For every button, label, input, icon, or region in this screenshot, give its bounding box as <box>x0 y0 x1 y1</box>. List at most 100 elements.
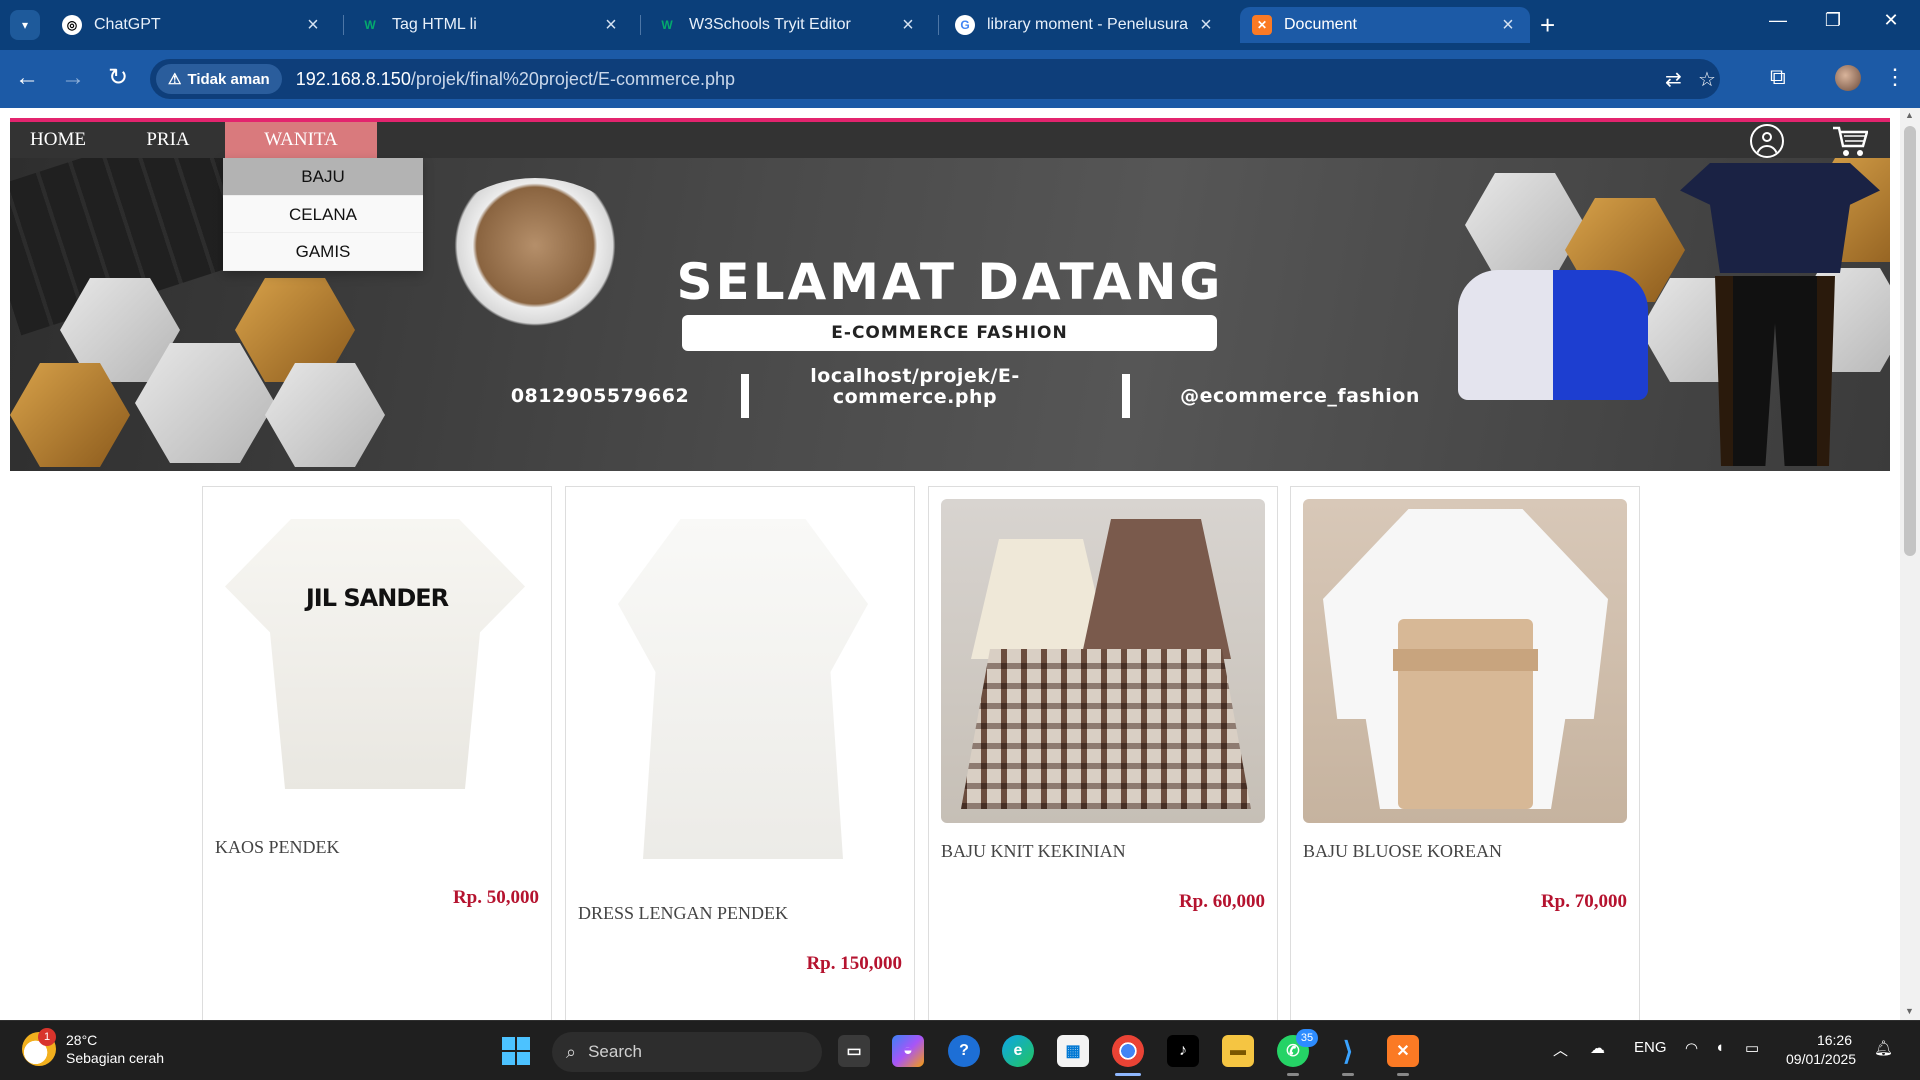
tab-title: library moment - Penelusuran G <box>987 16 1188 33</box>
banner-site-line1: localhost/projek/E- <box>810 365 1020 387</box>
chatgpt-icon: ◎ <box>62 15 82 35</box>
banner-instagram: @ecommerce_fashion <box>1180 385 1420 407</box>
browser-tab-strip: ▾ ◎ ChatGPT × W Tag HTML li × W W3School… <box>0 0 1920 50</box>
browser-toolbar: ← → ↻ ⚠ Tidak aman 192.168.8.150/projek/… <box>0 50 1920 108</box>
security-label: Tidak aman <box>187 70 270 88</box>
show-hidden-icons[interactable]: ︿ <box>1553 1039 1568 1060</box>
tab-tag-html-li[interactable]: W Tag HTML li × <box>348 7 633 43</box>
store-icon[interactable]: ▦ <box>1057 1035 1089 1067</box>
url-text[interactable]: 192.168.8.150/projek/final%20project/E-c… <box>296 69 735 90</box>
product-price: Rp. 150,000 <box>806 953 902 974</box>
copilot-icon[interactable]: ◒ <box>892 1035 924 1067</box>
taskbar-search[interactable]: ⌕ Search <box>552 1032 822 1072</box>
extensions-icon[interactable]: ⧉ <box>1770 64 1786 90</box>
bookmark-star-icon[interactable]: ☆ <box>1698 67 1716 92</box>
minimize-icon[interactable]: — <box>1755 10 1801 31</box>
product-card[interactable]: BAJU BLUOSE KOREAN Rp. 70,000 <box>1290 486 1640 1020</box>
restore-icon[interactable]: ❐ <box>1810 10 1856 31</box>
product-card[interactable]: DRESS LENGAN PENDEK Rp. 150,000 <box>565 486 915 1020</box>
tab-document[interactable]: ✕ Document × <box>1240 7 1530 43</box>
help-icon[interactable]: ? <box>948 1035 980 1067</box>
user-account-icon[interactable] <box>1750 124 1784 158</box>
nav-home[interactable]: HOME <box>10 122 106 158</box>
product-image[interactable] <box>1303 499 1627 823</box>
scroll-down-icon[interactable]: ▼ <box>1905 1006 1914 1016</box>
url-path: /projek/final%20project/E-commerce.php <box>410 68 735 89</box>
onedrive-icon[interactable]: ☁ <box>1590 1039 1605 1057</box>
product-card[interactable]: BAJU KNIT KEKINIAN Rp. 60,000 <box>928 486 1278 1020</box>
url-host: 192.168.8.150 <box>295 68 411 89</box>
notification-bell-icon[interactable]: 🔔︎ <box>1874 1039 1893 1057</box>
task-view-icon[interactable]: ▭ <box>838 1035 870 1067</box>
close-icon[interactable]: × <box>1498 14 1518 37</box>
product-name: BAJU KNIT KEKINIAN <box>941 841 1126 861</box>
warning-icon: ⚠ <box>168 71 182 88</box>
weather-desc: Sebagian cerah <box>66 1050 165 1066</box>
xampp-icon: ✕ <box>1252 15 1272 35</box>
close-icon[interactable]: × <box>303 14 323 37</box>
new-tab-icon[interactable]: + <box>1540 12 1555 38</box>
file-explorer-icon[interactable]: ▬ <box>1222 1035 1254 1067</box>
banner-phone: 0812905579662 <box>510 385 690 407</box>
windows-start-icon[interactable] <box>500 1035 532 1067</box>
address-bar[interactable]: ⚠ Tidak aman 192.168.8.150/projek/final%… <box>150 59 1720 99</box>
tab-w3schools-tryit[interactable]: W W3Schools Tryit Editor × <box>645 7 930 43</box>
translate-icon[interactable]: ⇄ <box>1665 67 1682 92</box>
close-icon[interactable]: × <box>898 14 918 37</box>
tiktok-icon[interactable]: ♪ <box>1167 1035 1199 1067</box>
clock-time: 16:26 <box>1816 1032 1852 1048</box>
security-chip[interactable]: ⚠ Tidak aman <box>156 64 282 94</box>
dropdown-item-gamis[interactable]: GAMIS <box>223 233 423 271</box>
tab-google-search[interactable]: G library moment - Penelusuran G × <box>943 7 1228 43</box>
nav-pria[interactable]: PRIA <box>120 122 216 158</box>
weather-temp: 28°C <box>66 1032 98 1048</box>
site-navbar: HOME PRIA WANITA <box>10 118 1890 158</box>
close-window-icon[interactable]: ✕ <box>1868 10 1914 31</box>
battery-icon[interactable]: ▭ <box>1745 1039 1759 1057</box>
product-card[interactable]: JIL SANDER KAOS PENDEK Rp. 50,000 <box>202 486 552 1020</box>
vscode-icon[interactable]: ⟩ <box>1332 1035 1364 1067</box>
product-name: BAJU BLUOSE KOREAN <box>1303 841 1503 861</box>
scroll-up-icon[interactable]: ▲ <box>1905 110 1914 120</box>
nav-wanita[interactable]: WANITA <box>225 122 377 158</box>
web-page: HOME PRIA WANITA SELAMAT DATANG E-COMMER… <box>0 108 1900 1020</box>
product-image[interactable]: JIL SANDER <box>215 499 539 789</box>
clock-date: 09/01/2025 <box>1786 1051 1857 1067</box>
weather-badge: 1 <box>38 1028 56 1046</box>
back-icon[interactable]: ← <box>12 66 42 90</box>
google-icon: G <box>955 15 975 35</box>
edge-icon[interactable]: e <box>1002 1035 1034 1067</box>
language-indicator[interactable]: ENG <box>1634 1039 1667 1056</box>
product-name: DRESS LENGAN PENDEK <box>578 903 789 923</box>
banner-site-line2: commerce.php <box>832 386 998 408</box>
product-image[interactable] <box>941 499 1265 823</box>
tab-chatgpt[interactable]: ◎ ChatGPT × <box>50 7 335 43</box>
wanita-dropdown: BAJU CELANA GAMIS <box>223 158 423 271</box>
w3schools-icon: W <box>364 18 376 32</box>
whatsapp-badge: 35 <box>1296 1029 1318 1047</box>
scrollbar-thumb[interactable] <box>1904 126 1916 556</box>
tab-search-icon[interactable]: ▾ <box>10 10 40 40</box>
profile-avatar[interactable] <box>1835 65 1861 91</box>
menu-icon[interactable]: ⋮ <box>1884 64 1906 90</box>
close-icon[interactable]: × <box>1196 14 1216 37</box>
product-image-logo: JIL SANDER <box>305 584 449 612</box>
chrome-icon[interactable] <box>1112 1035 1144 1067</box>
forward-icon[interactable]: → <box>58 66 88 90</box>
shopping-cart-icon[interactable] <box>1832 124 1868 158</box>
banner-subtitle: E-COMMERCE FASHION <box>682 315 1217 351</box>
page-scrollbar[interactable]: ▲ ▼ <box>1900 108 1920 1020</box>
product-price: Rp. 60,000 <box>1178 891 1265 912</box>
dropdown-item-baju[interactable]: BAJU <box>223 158 423 196</box>
wifi-icon[interactable]: ◠ <box>1685 1039 1698 1057</box>
weather-widget[interactable]: 1 28°C Sebagian cerah <box>22 1028 165 1067</box>
tab-title: Tag HTML li <box>392 16 477 33</box>
dropdown-item-celana[interactable]: CELANA <box>223 196 423 233</box>
reload-icon[interactable]: ↻ <box>103 66 133 90</box>
system-clock[interactable]: 16:26 09/01/2025 <box>1786 1031 1857 1069</box>
close-icon[interactable]: × <box>601 14 621 37</box>
product-image[interactable] <box>578 499 902 879</box>
w3schools-icon: W <box>661 18 673 32</box>
xampp-icon[interactable]: ✕ <box>1387 1035 1419 1067</box>
volume-icon[interactable]: ◖ <box>1715 1039 1724 1056</box>
